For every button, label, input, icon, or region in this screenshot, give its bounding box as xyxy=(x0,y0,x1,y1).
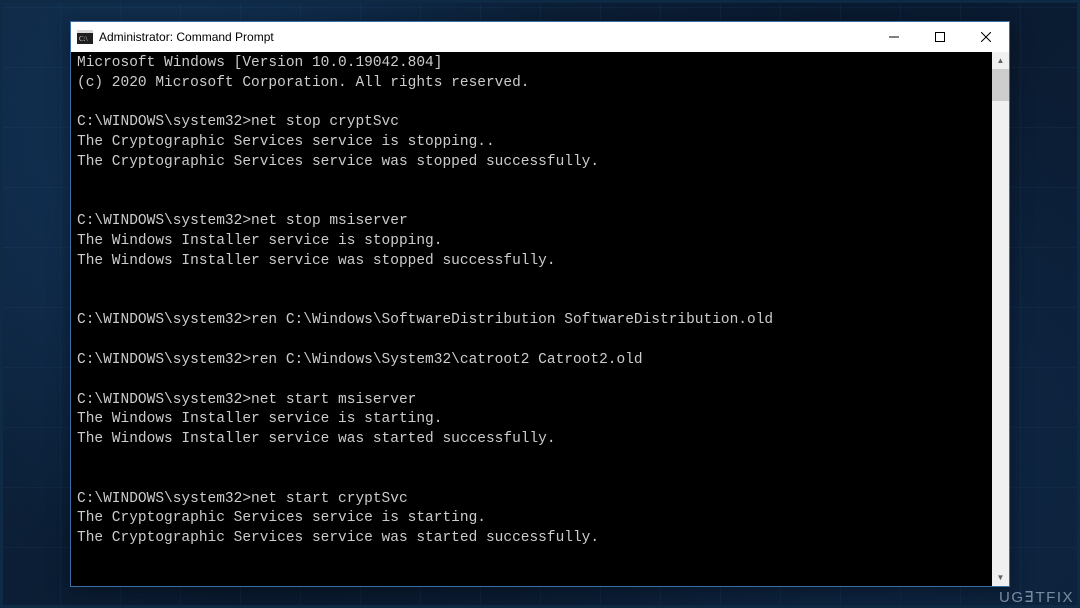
vertical-scrollbar[interactable]: ▲ ▼ xyxy=(992,52,1009,586)
console-output: Microsoft Windows [Version 10.0.19042.80… xyxy=(71,52,992,586)
scroll-track[interactable] xyxy=(992,69,1009,569)
window-controls xyxy=(871,22,1009,52)
maximize-button[interactable] xyxy=(917,22,963,52)
svg-text:C:\: C:\ xyxy=(79,35,88,43)
scroll-thumb[interactable] xyxy=(992,69,1009,101)
command-prompt-window: C:\ Administrator: Command Prompt Micros… xyxy=(70,21,1010,587)
titlebar[interactable]: C:\ Administrator: Command Prompt xyxy=(71,22,1009,52)
watermark-text: UGⴺTFIX xyxy=(999,588,1074,606)
scroll-down-arrow[interactable]: ▼ xyxy=(992,569,1009,586)
minimize-button[interactable] xyxy=(871,22,917,52)
console-area[interactable]: Microsoft Windows [Version 10.0.19042.80… xyxy=(71,52,1009,586)
close-button[interactable] xyxy=(963,22,1009,52)
window-title: Administrator: Command Prompt xyxy=(99,30,871,44)
cmd-icon: C:\ xyxy=(77,29,93,45)
scroll-up-arrow[interactable]: ▲ xyxy=(992,52,1009,69)
